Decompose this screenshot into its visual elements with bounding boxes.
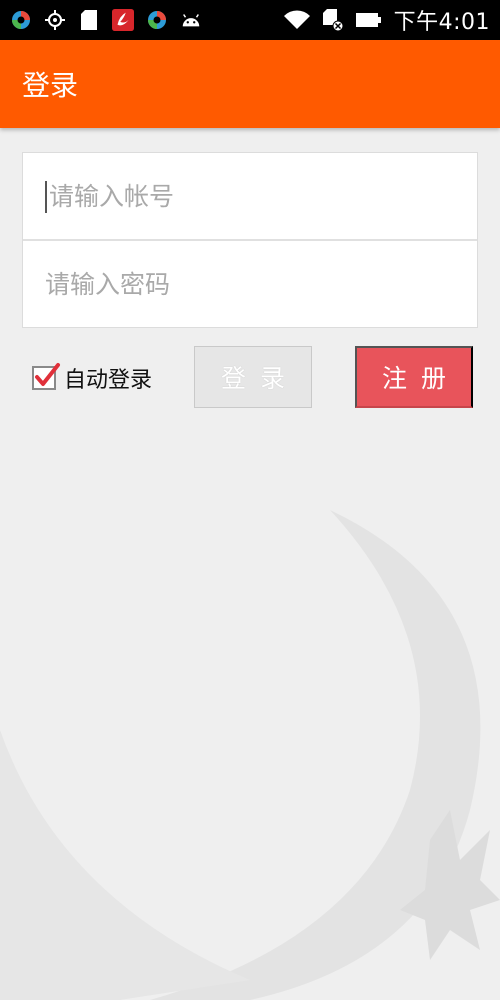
background-swirl-decoration xyxy=(0,510,500,1000)
text-cursor xyxy=(45,180,47,213)
login-form-card xyxy=(22,152,478,328)
account-input[interactable] xyxy=(49,182,449,211)
password-row xyxy=(23,241,477,328)
sd-card-icon xyxy=(78,9,100,31)
auto-login-option[interactable]: 自动登录 xyxy=(32,362,152,394)
auto-login-label: 自动登录 xyxy=(64,368,153,393)
notification-icons xyxy=(10,9,202,31)
system-icons: 下午4:01 xyxy=(282,4,490,36)
account-row xyxy=(23,153,477,240)
app-icon-1 xyxy=(10,9,32,31)
status-bar: 下午4:01 xyxy=(0,0,500,40)
app-bar: 登录 xyxy=(0,40,500,128)
app-icon-3 xyxy=(146,9,168,31)
login-button[interactable]: 登录 xyxy=(194,346,312,408)
wifi-icon xyxy=(282,9,312,31)
app-icon-2 xyxy=(112,9,134,31)
register-button[interactable]: 注册 xyxy=(355,346,473,408)
auto-login-checkbox[interactable] xyxy=(32,363,60,390)
android-icon xyxy=(180,9,202,31)
status-time: 下午4:01 xyxy=(393,10,490,35)
battery-icon xyxy=(354,9,384,31)
gps-icon xyxy=(44,9,66,31)
no-sim-icon xyxy=(322,9,344,32)
checkmark-icon xyxy=(35,363,60,386)
password-input[interactable] xyxy=(45,270,445,299)
page-title: 登录 xyxy=(22,69,79,102)
